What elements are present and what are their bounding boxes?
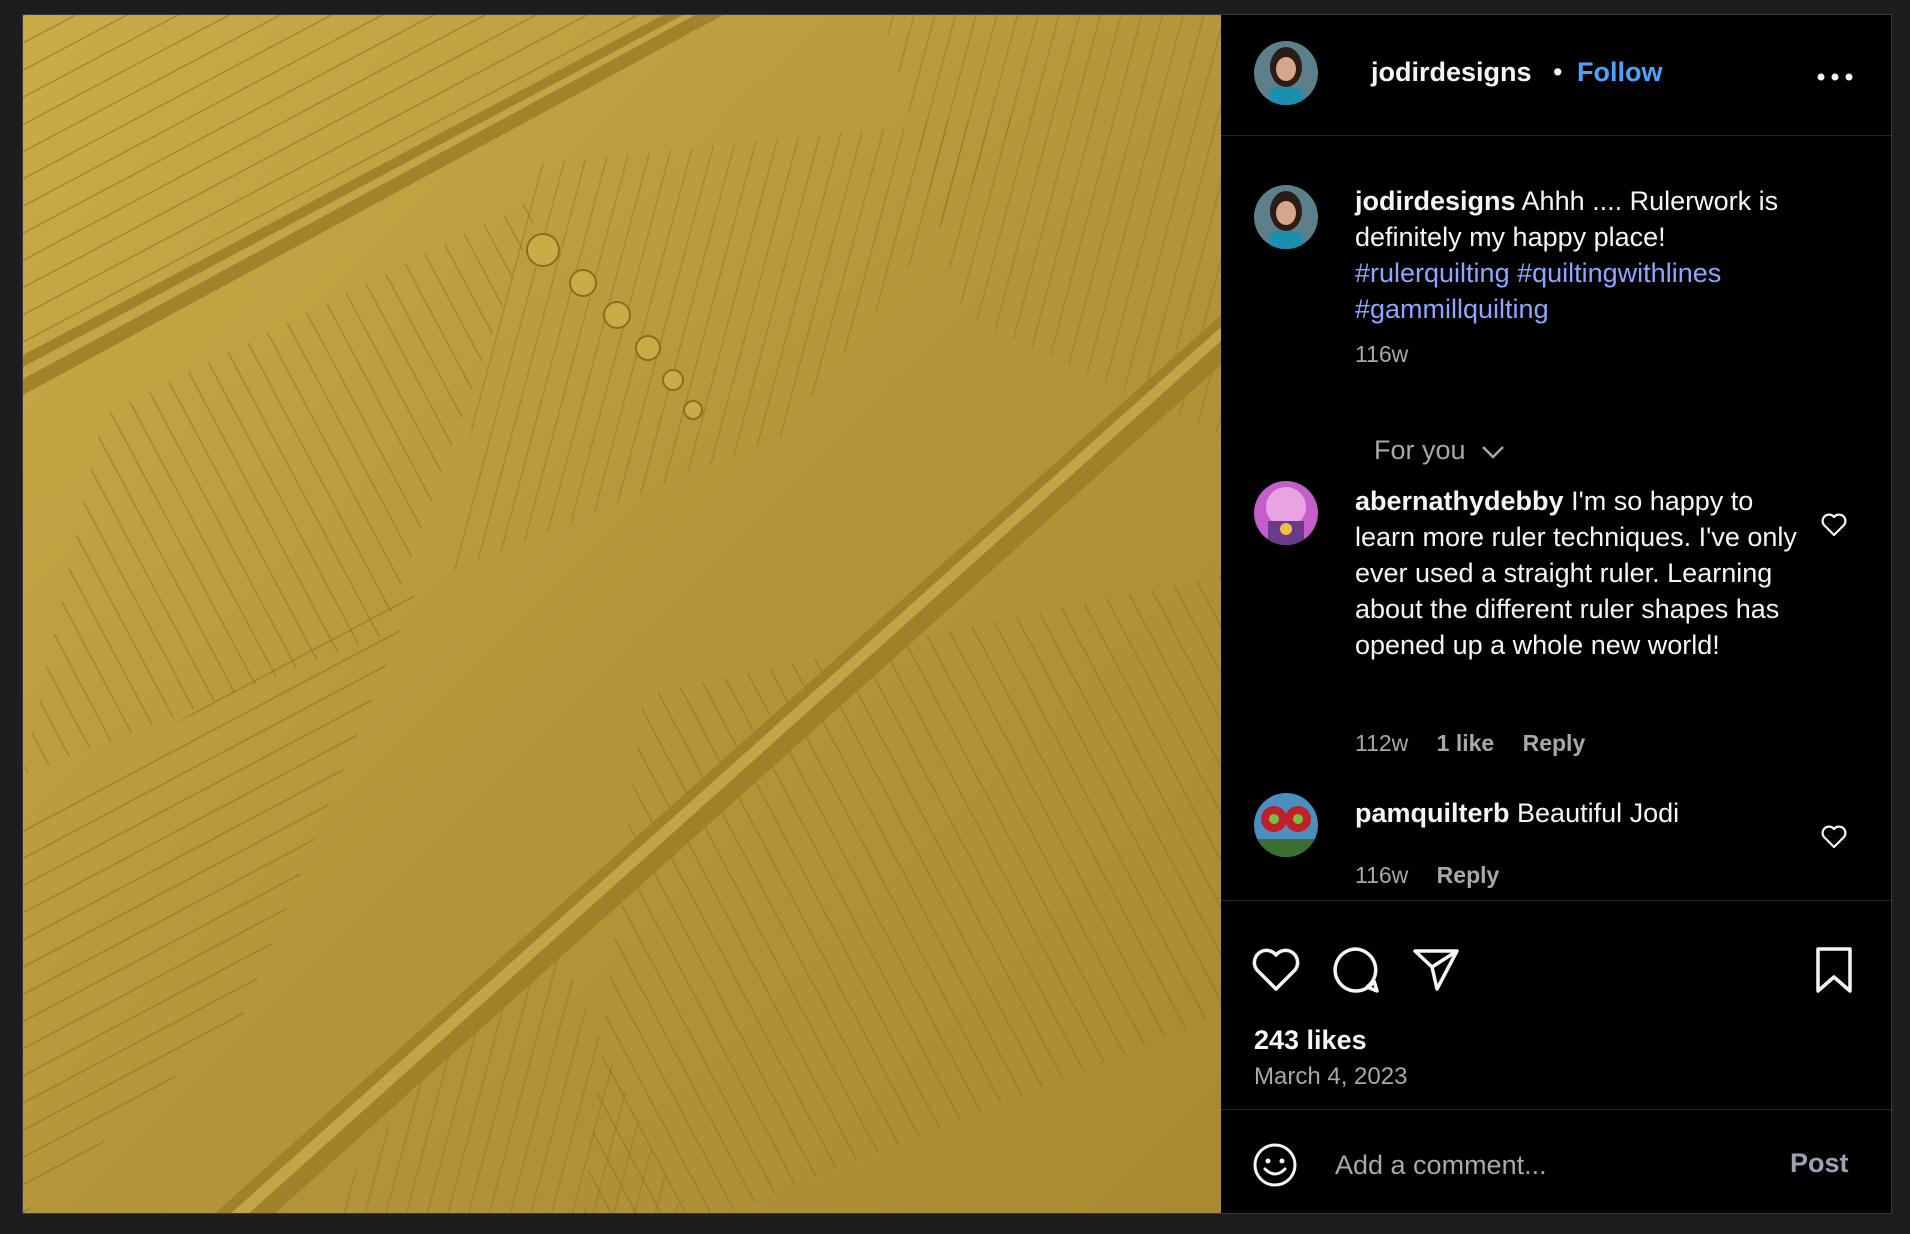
comment-meta: 112w 1 like Reply — [1355, 728, 1607, 758]
comment-input[interactable] — [1333, 1146, 1737, 1184]
hashtag-link[interactable]: #gammillquilting — [1355, 294, 1549, 324]
paper-plane-icon[interactable] — [1411, 945, 1461, 995]
comment-bubble-icon[interactable] — [1331, 945, 1381, 995]
comment-composer: Post — [1221, 1109, 1891, 1213]
comment-username[interactable]: pamquilterb — [1355, 798, 1510, 828]
caption-timestamp: 116w — [1355, 341, 1409, 367]
post-date: March 4, 2023 — [1254, 1063, 1408, 1090]
comment-text: Beautiful Jodi — [1517, 798, 1680, 828]
comment-meta: 116w Reply — [1355, 860, 1521, 890]
emoji-icon[interactable] — [1252, 1142, 1298, 1188]
bookmark-icon[interactable] — [1813, 945, 1855, 995]
sort-label: For you — [1374, 435, 1466, 465]
heart-icon[interactable] — [1821, 825, 1847, 849]
caption-avatar[interactable] — [1254, 185, 1318, 249]
post-panel: jodirdesigns • Follow jodirdesigns Ahhh … — [1221, 15, 1891, 1213]
post-caption: jodirdesigns Ahhh .... Rulerwork is defi… — [1355, 183, 1855, 372]
comment-timestamp: 112w — [1355, 730, 1409, 756]
reply-button[interactable]: Reply — [1437, 862, 1500, 888]
post-image[interactable] — [23, 15, 1221, 1213]
post-header: jodirdesigns • Follow — [1221, 15, 1891, 136]
comment-likes-count[interactable]: 1 like — [1437, 730, 1495, 756]
hashtag-link[interactable]: #rulerquilting — [1355, 258, 1510, 288]
more-options-icon[interactable] — [1815, 71, 1855, 83]
post-comment-button[interactable]: Post — [1790, 1146, 1849, 1180]
reply-button[interactable]: Reply — [1523, 730, 1586, 756]
likes-count[interactable]: 243 likes — [1254, 1023, 1367, 1057]
commenter-avatar[interactable] — [1254, 481, 1318, 545]
post-dialog: jodirdesigns • Follow jodirdesigns Ahhh … — [22, 14, 1892, 1214]
separator-dot: • — [1553, 57, 1563, 87]
heart-icon[interactable] — [1251, 947, 1301, 993]
comment-sort-dropdown[interactable]: For you — [1374, 433, 1505, 467]
author-avatar[interactable] — [1254, 41, 1318, 105]
commenter-avatar[interactable] — [1254, 793, 1318, 857]
follow-button[interactable]: Follow — [1577, 55, 1662, 89]
heart-icon[interactable] — [1821, 513, 1847, 537]
comment-item: abernathydebby I'm so happy to learn mor… — [1355, 483, 1815, 663]
caption-username[interactable]: jodirdesigns — [1355, 186, 1516, 216]
hashtag-link[interactable]: #quiltingwithlines — [1517, 258, 1721, 288]
chevron-down-icon — [1482, 445, 1504, 459]
comment-username[interactable]: abernathydebby — [1355, 486, 1564, 516]
comment-timestamp: 116w — [1355, 862, 1409, 888]
comment-item: pamquilterb Beautiful Jodi — [1355, 795, 1815, 831]
author-username[interactable]: jodirdesigns — [1371, 55, 1532, 89]
